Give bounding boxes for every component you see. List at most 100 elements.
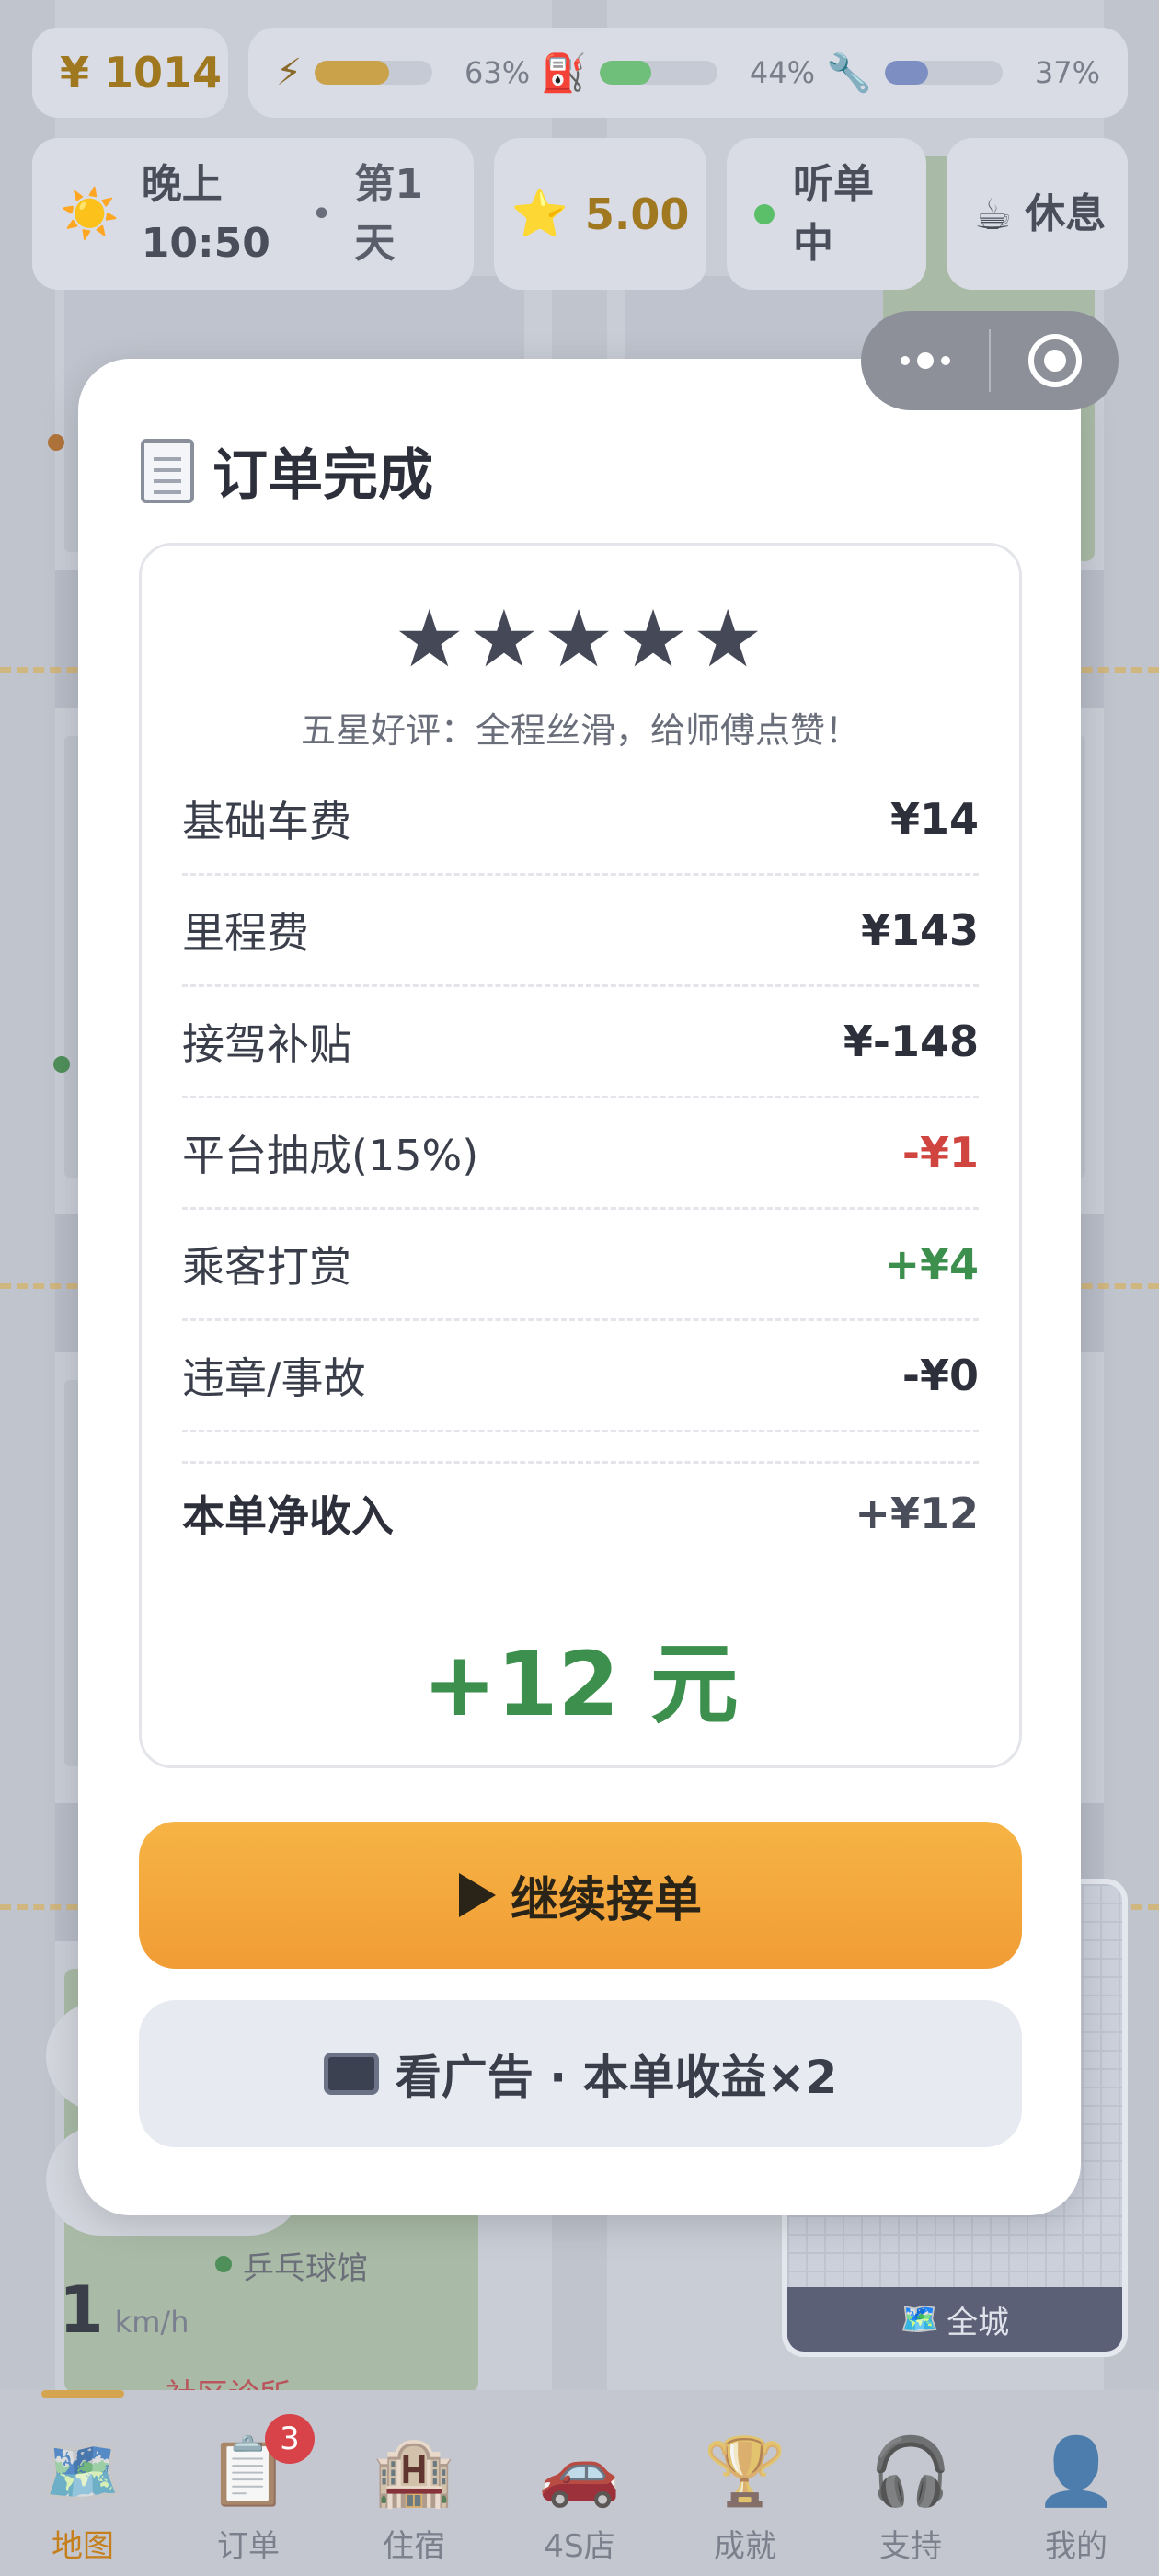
energy-icon: ⚡ <box>276 52 303 94</box>
fare-row: 基础车费 ¥14 <box>182 765 979 876</box>
dialog-header: 订单完成 <box>141 431 433 511</box>
tab-icon: 🗺️ <box>41 2432 124 2510</box>
continue-orders-button[interactable]: 继续接单 <box>139 1822 1022 1969</box>
fuel-bar <box>600 61 718 85</box>
watch-ad-double-button[interactable]: 看广告 · 本单收益×2 <box>139 2000 1022 2147</box>
fare-row-label: 违章/事故 <box>182 1353 366 1403</box>
close-program-button[interactable] <box>991 311 1119 410</box>
play-icon <box>458 1873 496 1917</box>
fare-row-value: -¥0 <box>901 1351 979 1400</box>
active-tab-indicator <box>41 2390 124 2398</box>
fare-row-label: 乘客打赏 <box>182 1242 351 1292</box>
tab-icon: 🏆 <box>704 2432 786 2510</box>
more-icon <box>900 352 950 369</box>
speed-unit: km/h <box>114 2305 189 2340</box>
repair-bar <box>885 61 1003 85</box>
energy-meter: ⚡ 63% <box>276 52 530 94</box>
tab-icon: 👤 <box>1035 2432 1118 2510</box>
fare-row-label: 接驾补贴 <box>182 1019 351 1069</box>
watch-ad-label: 看广告 · 本单收益×2 <box>395 2051 838 2104</box>
map-marker <box>53 1056 70 1073</box>
money-display: ¥ 1014 <box>32 28 228 118</box>
mini-map-footer[interactable]: 🗺️ 全城 <box>787 2287 1122 2352</box>
speed-value: 1 <box>59 2272 104 2348</box>
mini-program-capsule <box>861 311 1119 410</box>
tab-label: 成就 <box>714 2528 776 2565</box>
fare-row-value: -¥1 <box>901 1128 979 1178</box>
repair-bar-fill <box>885 61 929 85</box>
map-marker <box>48 434 64 451</box>
poi-label: 乒乓球馆 <box>243 2250 368 2287</box>
energy-value: 63% <box>464 55 531 90</box>
review-text: 五星好评：全程丝滑，给师傅点赞！ <box>300 710 860 751</box>
order-status-toggle[interactable]: 听单中 <box>727 138 926 290</box>
tab-2[interactable]: 🏨 住宿 <box>331 2390 497 2576</box>
tab-1[interactable]: 📋 订单 3 <box>166 2390 331 2576</box>
day-text: 第1天 <box>354 160 423 267</box>
net-income-value: +¥12 <box>855 1488 979 1538</box>
status-meters: ⚡ 63% ⛽ 44% 🔧 37% <box>248 28 1128 118</box>
fare-row-value: ¥143 <box>860 905 979 955</box>
rating-value: 5.00 <box>584 189 690 239</box>
tab-label: 支持 <box>879 2528 942 2565</box>
repair-meter: 🔧 37% <box>826 52 1100 95</box>
repair-value: 37% <box>1034 55 1100 90</box>
tab-label: 4S店 <box>544 2528 615 2565</box>
time-text: 晚上 10:50 <box>141 160 270 267</box>
online-dot-icon <box>754 203 775 224</box>
order-complete-dialog: 订单完成 ★★★★★ 五星好评：全程丝滑，给师傅点赞！ 基础车费 ¥14 里程费 ¥1… <box>78 359 1081 2215</box>
bottom-tab-bar: 🗺️ 地图 📋 订单 3 🏨 住宿 🚗 4S店 🏆 成就 🎧 支持 👤 我的 <box>0 2390 1159 2576</box>
rating-stars: ★★★★★ <box>394 593 767 685</box>
tab-label: 地图 <box>52 2528 114 2565</box>
money-value: ¥ 1014 <box>60 48 223 98</box>
energy-bar-fill <box>315 61 389 85</box>
fare-row-value: ¥-148 <box>843 1017 979 1066</box>
tab-label: 住宿 <box>383 2528 445 2565</box>
energy-bar <box>315 61 433 85</box>
tab-label: 订单 <box>217 2528 280 2565</box>
separator-dot: • <box>310 192 333 236</box>
tab-icon: 🏨 <box>373 2432 455 2510</box>
fuel-meter: ⛽ 44% <box>541 52 815 95</box>
fare-row-label: 平台抽成(15%) <box>182 1131 479 1180</box>
net-income-label: 本单净收入 <box>182 1490 394 1541</box>
fare-rows: 基础车费 ¥14 里程费 ¥143 接驾补贴 ¥-148 平台抽成(15%) -¥1 乘客打赏 +… <box>182 765 979 1432</box>
tab-6[interactable]: 👤 我的 <box>993 2390 1159 2576</box>
fare-row-value: ¥14 <box>889 794 979 844</box>
status-text: 听单中 <box>793 160 874 267</box>
driver-rating: ⭐ 5.00 <box>494 138 706 290</box>
rest-button[interactable]: ☕ 休息 <box>947 138 1128 290</box>
rest-label: 休息 <box>1025 190 1107 237</box>
tab-icon: 🎧 <box>869 2432 952 2510</box>
tab-icon: 🚗 <box>538 2432 621 2510</box>
fuel-icon: ⛽ <box>541 52 588 95</box>
close-target-icon <box>1027 334 1082 387</box>
repair-icon: 🔧 <box>826 52 872 95</box>
map-icon: 🗺️ <box>900 2301 940 2338</box>
fare-row: 接驾补贴 ¥-148 <box>182 987 979 1098</box>
tab-label: 我的 <box>1045 2528 1107 2565</box>
fare-row: 乘客打赏 +¥4 <box>182 1210 979 1321</box>
net-income-total: +12 元 <box>422 1633 739 1736</box>
more-menu-button[interactable] <box>861 311 989 410</box>
continue-label: 继续接单 <box>510 1872 702 1928</box>
fare-row-value: +¥4 <box>884 1239 979 1289</box>
notification-badge: 3 <box>265 2414 315 2464</box>
game-time: ☀️ 晚上 10:50 • 第1天 <box>32 138 474 290</box>
fuel-value: 44% <box>749 55 816 90</box>
net-income-row: 本单净收入 +¥12 <box>182 1461 979 1562</box>
fare-row: 平台抽成(15%) -¥1 <box>182 1098 979 1210</box>
fare-row-label: 基础车费 <box>182 797 351 846</box>
tab-5[interactable]: 🎧 支持 <box>828 2390 993 2576</box>
fare-row-label: 里程费 <box>182 908 309 958</box>
fare-breakdown-card: ★★★★★ 五星好评：全程丝滑，给师傅点赞！ 基础车费 ¥14 里程费 ¥143 接驾补… <box>139 543 1022 1768</box>
sun-icon: ☀️ <box>60 187 120 242</box>
fuel-bar-fill <box>600 61 652 85</box>
tab-0[interactable]: 🗺️ 地图 <box>0 2390 166 2576</box>
star-icon: ⭐ <box>511 187 568 240</box>
tab-4[interactable]: 🏆 成就 <box>662 2390 828 2576</box>
speedometer: 1 km/h <box>59 2272 189 2348</box>
tab-3[interactable]: 🚗 4S店 <box>497 2390 662 2576</box>
map-marker <box>215 2256 232 2272</box>
mini-map-label: 全城 <box>947 2304 1010 2341</box>
